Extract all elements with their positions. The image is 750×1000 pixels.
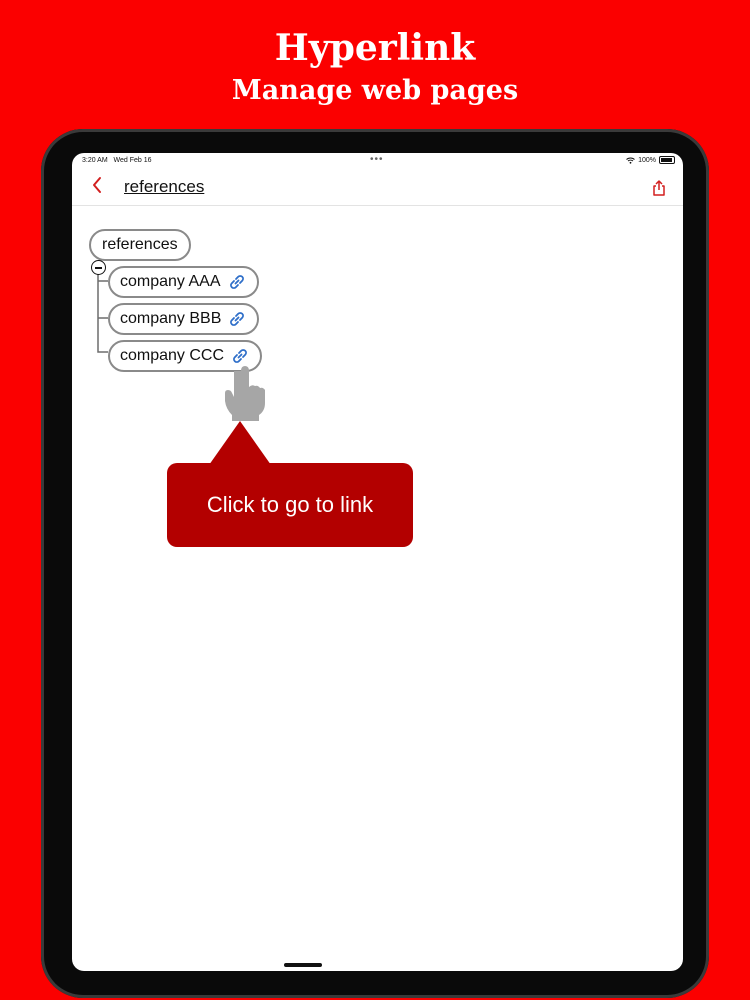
child-node-label: company AAA — [120, 273, 221, 290]
callout-box: Click to go to link — [167, 463, 413, 547]
child-node-label: company BBB — [120, 310, 222, 327]
tree-root-node[interactable]: references — [89, 229, 191, 261]
promo-subtitle: Manage web pages — [231, 75, 519, 106]
home-indicator[interactable] — [284, 963, 322, 967]
tree-child-node[interactable]: company AAA — [108, 266, 259, 298]
link-icon[interactable] — [227, 309, 247, 329]
tree-child-node[interactable]: company BBB — [108, 303, 260, 335]
pointing-hand-icon — [220, 363, 266, 428]
child-node-label: company CCC — [120, 347, 225, 364]
tablet-screen: 3:20 AM Wed Feb 16 ••• 100% references r… — [72, 153, 683, 971]
promo-title: Hyperlink — [274, 27, 476, 69]
link-icon[interactable] — [227, 272, 247, 292]
collapse-toggle[interactable] — [91, 260, 106, 275]
callout-text: Click to go to link — [206, 492, 374, 517]
callout-pointer — [209, 421, 271, 465]
